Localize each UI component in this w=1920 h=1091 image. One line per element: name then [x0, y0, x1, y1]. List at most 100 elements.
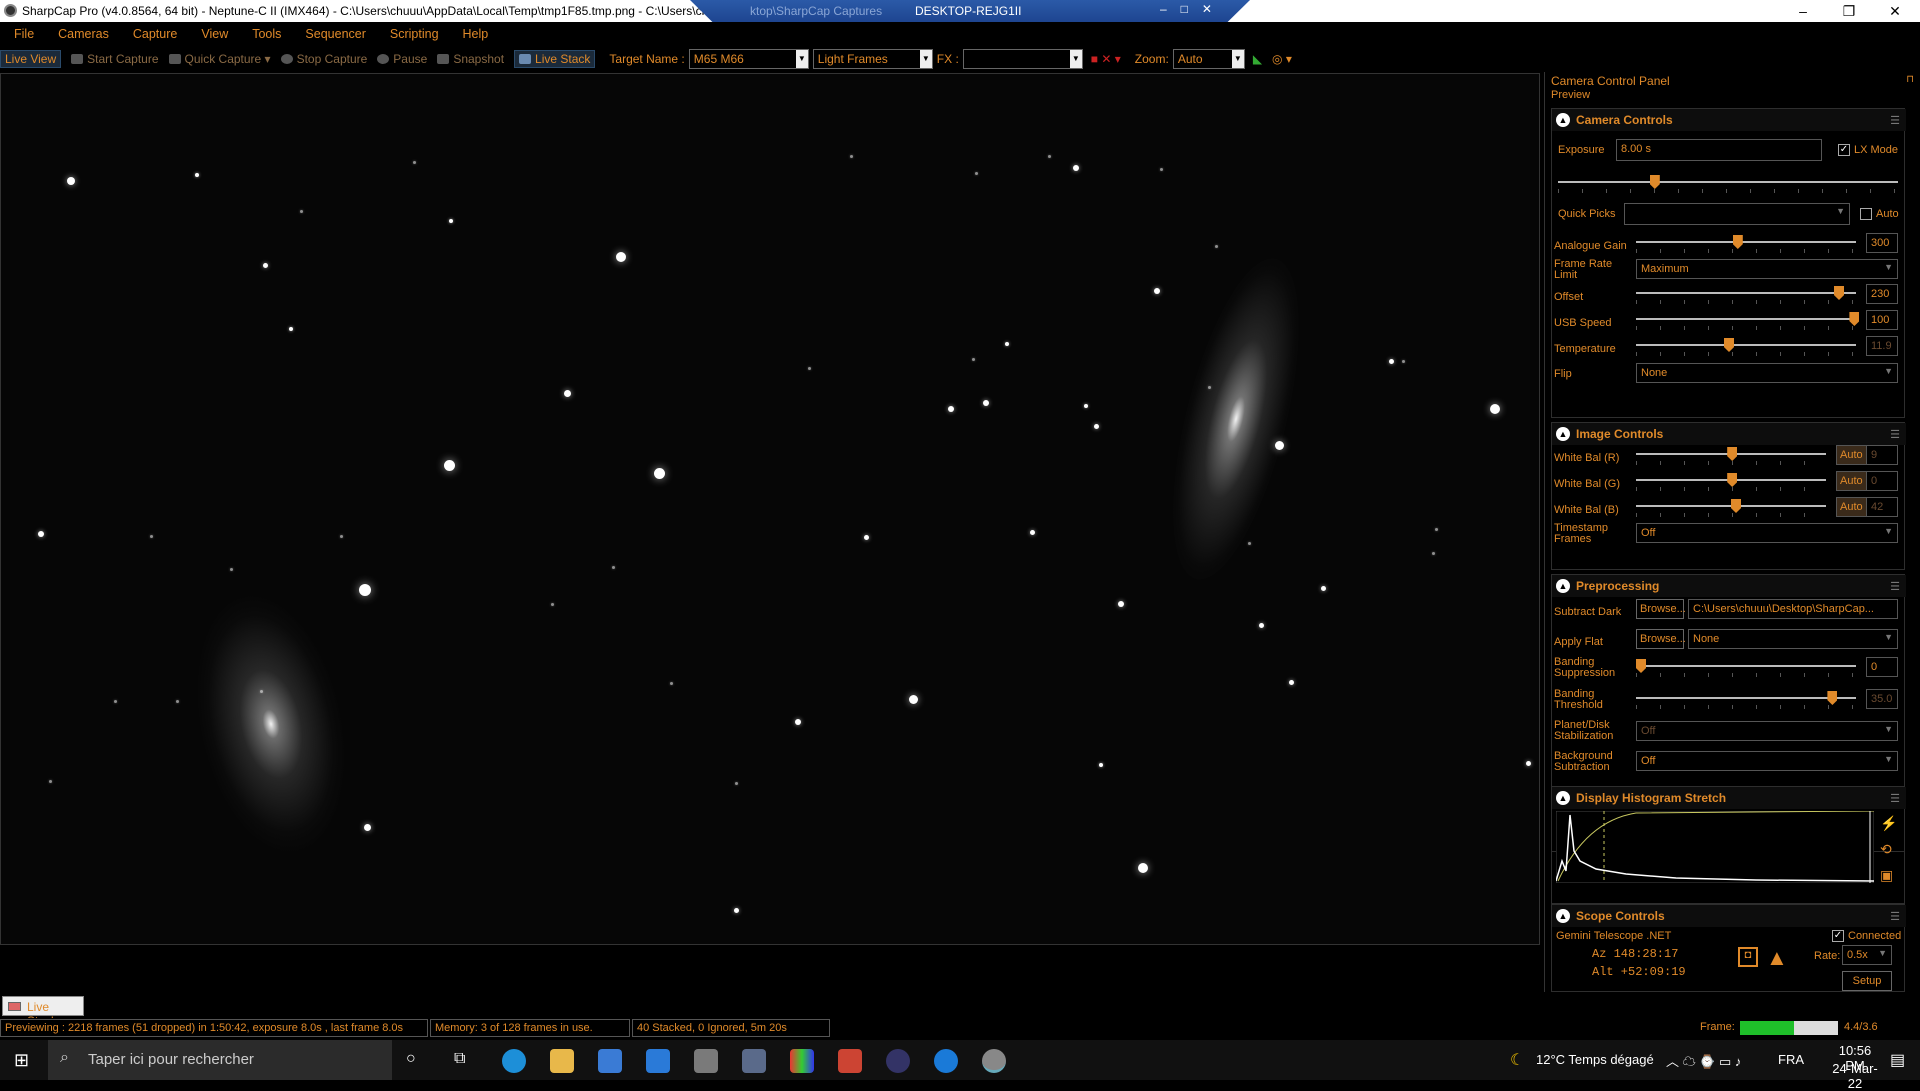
menu-scripting[interactable]: Scripting	[390, 27, 439, 41]
wb-r-slider[interactable]	[1636, 447, 1826, 465]
menu-icon[interactable]: ☰	[1890, 792, 1900, 805]
apply-flat-select[interactable]: None ▼	[1688, 629, 1898, 649]
quick-capture-button[interactable]: Quick Capture ▾	[168, 52, 271, 66]
live-stack-tab[interactable]: Live Stack	[2, 996, 84, 1028]
usb-speed-slider[interactable]	[1636, 312, 1860, 330]
zoom-select[interactable]: Auto ▼	[1172, 49, 1245, 69]
stretch-icon[interactable]: ⚡	[1880, 815, 1897, 832]
mail-icon[interactable]	[646, 1049, 670, 1073]
menu-icon[interactable]: ☰	[1890, 428, 1900, 441]
goto-icon[interactable]: ◘	[1738, 947, 1758, 967]
wb-b-auto-button[interactable]: Auto	[1836, 497, 1867, 517]
banding-suppression-input[interactable]: 0	[1866, 657, 1898, 677]
collapse-icon[interactable]: ▲	[1556, 113, 1570, 127]
usb-speed-input[interactable]: 100	[1866, 310, 1898, 330]
collapse-icon[interactable]: ▲	[1556, 579, 1570, 593]
stop-capture-button[interactable]: Stop Capture	[280, 52, 367, 66]
scope-controls-header[interactable]: ▲ Scope Controls ☰	[1552, 905, 1906, 927]
scope-setup-button[interactable]: Setup	[1842, 971, 1892, 991]
background-subtraction-select[interactable]: Off ▼	[1636, 751, 1898, 771]
subtract-dark-select[interactable]: C:\Users\chuuu\Desktop\SharpCap...	[1688, 599, 1898, 619]
timestamp-select[interactable]: Off ▼	[1636, 523, 1898, 543]
fx-clear-icon[interactable]: ■ ✕ ▾	[1091, 52, 1121, 66]
save-icon[interactable]: ▣	[1880, 867, 1893, 884]
wb-b-input[interactable]: 42	[1866, 497, 1898, 517]
notification-icon[interactable]: ▤	[1890, 1050, 1905, 1070]
store-icon[interactable]	[598, 1049, 622, 1073]
wb-r-auto-button[interactable]: Auto	[1836, 445, 1867, 465]
weather-text[interactable]: 12°C Temps dégagé	[1536, 1052, 1654, 1067]
collapse-icon[interactable]: ▲	[1556, 909, 1570, 923]
reset-icon[interactable]: ⟲	[1880, 841, 1892, 858]
zoom-tool-icon[interactable]: ◎ ▾	[1272, 52, 1292, 66]
snapshot-button[interactable]: Snapshot	[437, 52, 504, 66]
frame-rate-select[interactable]: Maximum ▼	[1636, 259, 1898, 279]
wb-b-slider[interactable]	[1636, 499, 1826, 517]
remote-session-bar[interactable]: ktop\SharpCap Captures DESKTOP-REJG1II –…	[690, 0, 1250, 22]
menu-sequencer[interactable]: Sequencer	[305, 27, 365, 41]
menu-cameras[interactable]: Cameras	[58, 27, 109, 41]
wb-g-input[interactable]: 0	[1866, 471, 1898, 491]
image-viewer[interactable]	[0, 73, 1540, 945]
frame-type-select[interactable]: Light Frames ▼	[812, 49, 933, 69]
close-button[interactable]: ✕	[1872, 0, 1918, 22]
taskbar-search-box[interactable]: ⌕ Taper ici pour rechercher	[48, 1040, 392, 1080]
banding-threshold-slider[interactable]	[1636, 691, 1856, 709]
wb-g-auto-button[interactable]: Auto	[1836, 471, 1867, 491]
exposure-slider[interactable]	[1558, 175, 1898, 193]
live-view-button[interactable]: Live View	[0, 50, 62, 68]
live-stack-button[interactable]: Live Stack	[514, 50, 596, 68]
collapse-icon[interactable]: ▲	[1556, 791, 1570, 805]
camera-controls-header[interactable]: ▲ Camera Controls ☰	[1552, 109, 1906, 131]
quick-picks-select[interactable]: ▼	[1624, 203, 1850, 225]
edge-icon[interactable]	[502, 1049, 526, 1073]
pause-button[interactable]: Pause	[377, 52, 427, 66]
app-icon-2[interactable]	[838, 1049, 862, 1073]
histogram-plot[interactable]	[1556, 811, 1874, 883]
analogue-gain-slider[interactable]	[1636, 235, 1856, 253]
app-icon-1[interactable]	[694, 1049, 718, 1073]
pin-icon[interactable]: ⊓	[1906, 74, 1914, 85]
menu-help[interactable]: Help	[463, 27, 489, 41]
menu-tools[interactable]: Tools	[252, 27, 281, 41]
file-explorer-icon[interactable]	[550, 1049, 574, 1073]
menu-icon[interactable]: ☰	[1890, 580, 1900, 593]
image-controls-header[interactable]: ▲ Image Controls ☰	[1552, 423, 1906, 445]
clock-date[interactable]: 24-Mar-22	[1828, 1061, 1882, 1091]
menu-file[interactable]: File	[14, 27, 34, 41]
histogram-header[interactable]: ▲ Display Histogram Stretch ☰	[1552, 787, 1906, 809]
target-name-input[interactable]: M65 M66 ▼	[688, 49, 809, 69]
maximize-button[interactable]: ❐	[1826, 0, 1872, 22]
rate-select[interactable]: 0.5x ▼	[1842, 945, 1892, 965]
apply-flat-browse-button[interactable]: Browse...	[1636, 629, 1686, 649]
calculator-icon[interactable]	[742, 1049, 766, 1073]
task-view-icon[interactable]: ⧉	[454, 1050, 465, 1068]
offset-slider[interactable]	[1636, 286, 1856, 304]
menu-icon[interactable]: ☰	[1890, 114, 1900, 127]
analogue-gain-input[interactable]: 300	[1866, 233, 1898, 253]
banding-suppression-slider[interactable]	[1636, 659, 1856, 677]
teamviewer-icon[interactable]	[934, 1049, 958, 1073]
histogram-icon[interactable]: ◣	[1253, 52, 1262, 66]
tray-icons[interactable]: ︿ ☁ ⌚ ▭ ♪	[1666, 1051, 1741, 1070]
windows-start-icon[interactable]: ⊞	[14, 1050, 29, 1071]
exposure-input[interactable]: 8.00 s	[1616, 139, 1822, 161]
flip-select[interactable]: None ▼	[1636, 363, 1898, 383]
wb-g-slider[interactable]	[1636, 473, 1826, 491]
preprocessing-header[interactable]: ▲ Preprocessing ☰	[1552, 575, 1906, 597]
sharpcap-taskbar-icon[interactable]	[982, 1049, 1006, 1073]
menu-icon[interactable]: ☰	[1890, 910, 1900, 923]
minimize-button[interactable]: –	[1780, 0, 1826, 22]
cortana-icon[interactable]: ○	[406, 1050, 416, 1068]
language-indicator[interactable]: FRA	[1778, 1052, 1804, 1067]
fx-select[interactable]: ▼	[962, 49, 1083, 69]
offset-input[interactable]: 230	[1866, 284, 1898, 304]
banding-threshold-input[interactable]: 35.0	[1866, 689, 1898, 709]
collapse-icon[interactable]: ▲	[1556, 427, 1570, 441]
menu-capture[interactable]: Capture	[133, 27, 177, 41]
subtract-dark-browse-button[interactable]: Browse...	[1636, 599, 1686, 619]
menu-view[interactable]: View	[201, 27, 228, 41]
connected-checkbox[interactable]: ✓	[1832, 930, 1844, 942]
temperature-slider[interactable]	[1636, 338, 1856, 356]
planet-stabilization-select[interactable]: Off ▼	[1636, 721, 1898, 741]
